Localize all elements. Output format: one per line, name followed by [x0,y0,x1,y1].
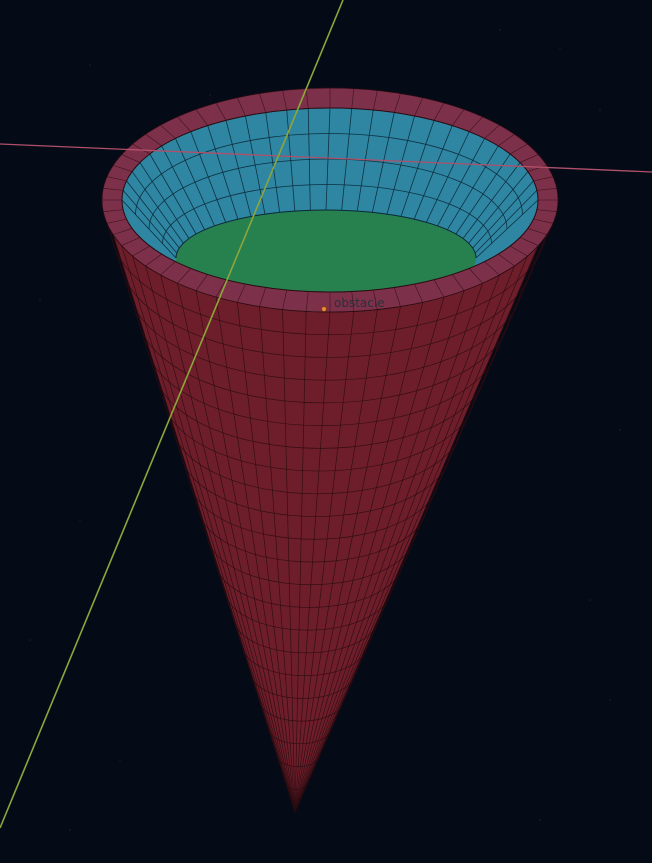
3d-viewport[interactable]: obstacle [0,0,652,863]
star-speck [599,109,601,111]
star-speck [39,299,41,301]
star-speck [89,64,91,66]
star-speck [499,29,501,31]
star-speck [119,759,121,761]
star-speck [589,599,591,601]
object-name-label[interactable]: obstacle [334,296,385,310]
star-speck [619,429,621,431]
star-speck [79,519,81,521]
star-speck [69,829,71,831]
object-origin-marker[interactable] [321,306,327,312]
cone-obstacle-mesh[interactable] [101,87,559,814]
star-speck [609,699,611,701]
star-speck [29,639,31,641]
star-speck [559,47,561,49]
star-speck [539,819,541,821]
star-speck [209,94,211,96]
scene-canvas[interactable] [0,0,652,863]
